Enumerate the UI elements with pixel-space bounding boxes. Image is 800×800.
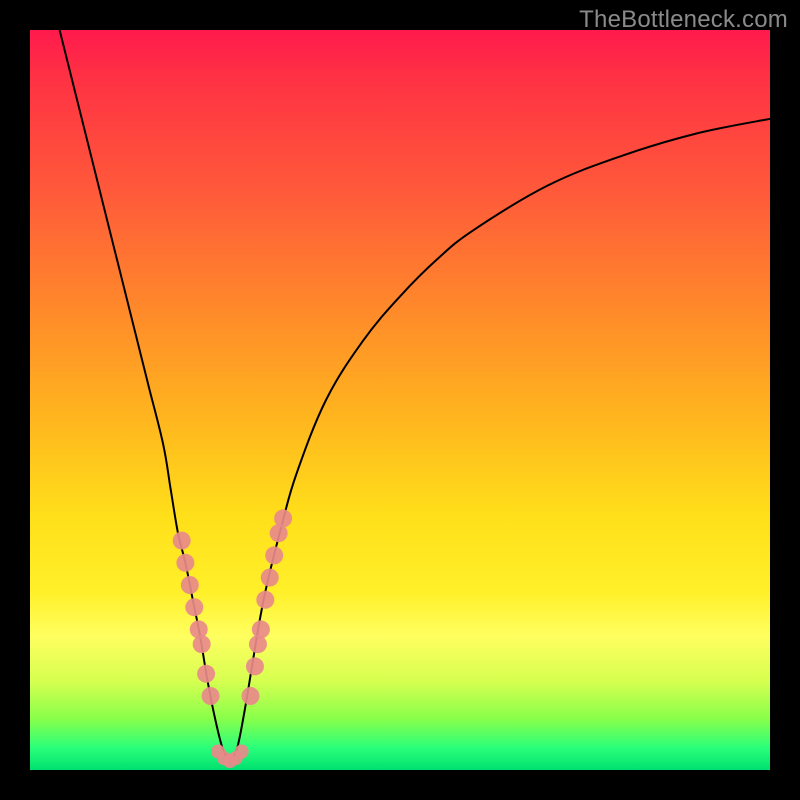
marker-point [235, 745, 249, 759]
marker-point [252, 620, 270, 638]
marker-point [202, 687, 220, 705]
marker-point [242, 687, 260, 705]
marker-point [246, 657, 264, 675]
curve-right-path [230, 119, 770, 763]
curve-left [60, 30, 230, 763]
marker-point [274, 509, 292, 527]
marker-point [229, 751, 243, 765]
marker-point [256, 591, 274, 609]
marker-point [185, 598, 203, 616]
chart-frame: TheBottleneck.com [0, 0, 800, 800]
marker-point [223, 754, 237, 768]
marker-point [176, 554, 194, 572]
marker-point [190, 620, 208, 638]
marker-group [173, 509, 292, 768]
marker-point [261, 569, 279, 587]
marker-point [181, 576, 199, 594]
marker-point [197, 665, 215, 683]
marker-point [173, 532, 191, 550]
curve-right [230, 119, 770, 763]
chart-svg [30, 30, 770, 770]
marker-point [193, 635, 211, 653]
marker-point [217, 751, 231, 765]
marker-point [211, 745, 225, 759]
marker-point [265, 546, 283, 564]
marker-point [270, 524, 288, 542]
plot-area [30, 30, 770, 770]
marker-point [249, 635, 267, 653]
curve-left-path [60, 30, 230, 763]
